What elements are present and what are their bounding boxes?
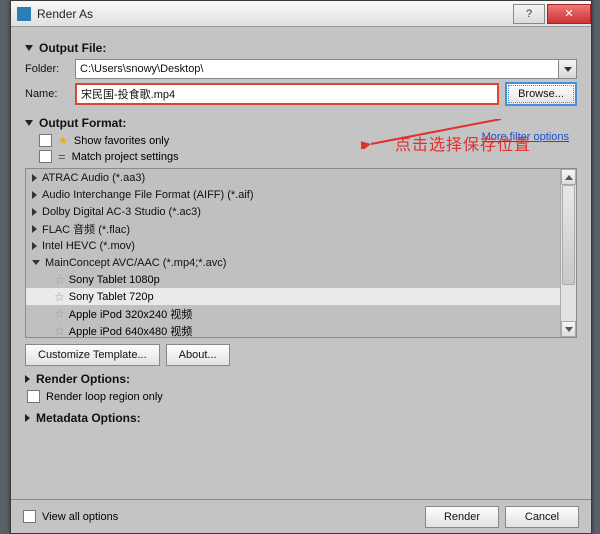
chevron-right-icon xyxy=(25,375,30,383)
name-input[interactable] xyxy=(75,83,499,105)
show-favorites-checkbox[interactable] xyxy=(39,134,52,147)
format-list: ATRAC Audio (*.aa3) Audio Interchange Fi… xyxy=(25,168,577,338)
scrollbar[interactable] xyxy=(560,169,576,337)
view-all-options-checkbox[interactable] xyxy=(23,510,36,523)
help-button[interactable]: ? xyxy=(513,4,545,24)
titlebar[interactable]: Render As ? ✕ xyxy=(11,1,591,27)
render-as-dialog: Render As ? ✕ Output File: Folder: C:\Us… xyxy=(10,0,592,534)
format-item-mainconcept[interactable]: MainConcept AVC/AAC (*.mp4;*.avc) xyxy=(26,254,560,271)
chevron-right-icon xyxy=(32,225,37,233)
section-metadata-options[interactable]: Metadata Options: xyxy=(25,411,577,425)
preset-sony-720p[interactable]: ☆Sony Tablet 720p xyxy=(26,288,560,305)
expand-icon xyxy=(25,45,33,51)
preset-ipod-320[interactable]: ☆Apple iPod 320x240 视频 xyxy=(26,305,560,322)
chevron-right-icon xyxy=(32,191,37,199)
section-output-format[interactable]: Output Format: xyxy=(25,116,577,130)
preset-ipod-640[interactable]: ☆Apple iPod 640x480 视频 xyxy=(26,322,560,337)
star-outline-icon: ☆ xyxy=(54,290,65,304)
close-button[interactable]: ✕ xyxy=(547,4,591,24)
format-item-flac[interactable]: FLAC 音频 (*.flac) xyxy=(26,220,560,237)
chevron-right-icon xyxy=(25,414,30,422)
view-all-options-label: View all options xyxy=(42,511,118,523)
match-project-row[interactable]: = Match project settings xyxy=(39,149,577,164)
preset-sony-1080p[interactable]: ☆Sony Tablet 1080p xyxy=(26,271,560,288)
section-render-options[interactable]: Render Options: xyxy=(25,372,577,386)
browse-button[interactable]: Browse... xyxy=(505,82,577,106)
chevron-right-icon xyxy=(32,242,37,250)
format-item-atrac[interactable]: ATRAC Audio (*.aa3) xyxy=(26,169,560,186)
footer: View all options Render Cancel xyxy=(11,499,591,533)
format-item-ac3[interactable]: Dolby Digital AC-3 Studio (*.ac3) xyxy=(26,203,560,220)
render-loop-row[interactable]: Render loop region only xyxy=(27,390,577,403)
more-filter-options-link[interactable]: More filter options xyxy=(482,131,569,143)
cancel-button[interactable]: Cancel xyxy=(505,506,579,528)
star-outline-icon: ☆ xyxy=(54,307,65,321)
star-outline-icon: ☆ xyxy=(54,324,65,338)
scroll-thumb[interactable] xyxy=(562,185,575,285)
star-outline-icon: ☆ xyxy=(54,273,65,287)
name-label: Name: xyxy=(25,88,75,100)
equals-icon: = xyxy=(58,149,66,164)
format-item-aiff[interactable]: Audio Interchange File Format (AIFF) (*.… xyxy=(26,186,560,203)
chevron-right-icon xyxy=(32,174,37,182)
render-loop-checkbox[interactable] xyxy=(27,390,40,403)
expand-icon xyxy=(25,120,33,126)
folder-combo[interactable]: C:\Users\snowy\Desktop\ xyxy=(75,59,559,79)
format-item-hevc[interactable]: Intel HEVC (*.mov) xyxy=(26,237,560,254)
app-icon xyxy=(17,7,31,21)
customize-template-button[interactable]: Customize Template... xyxy=(25,344,160,366)
chevron-down-icon xyxy=(32,260,40,265)
folder-dropdown-button[interactable] xyxy=(559,59,577,79)
window-title: Render As xyxy=(37,7,511,21)
chevron-right-icon xyxy=(32,208,37,216)
scroll-up-button[interactable] xyxy=(561,169,576,185)
section-output-file[interactable]: Output File: xyxy=(25,41,577,55)
scroll-down-button[interactable] xyxy=(561,321,576,337)
folder-label: Folder: xyxy=(25,63,75,75)
star-icon: ★ xyxy=(58,134,68,147)
match-project-checkbox[interactable] xyxy=(39,150,52,163)
render-button[interactable]: Render xyxy=(425,506,499,528)
about-button[interactable]: About... xyxy=(166,344,230,366)
